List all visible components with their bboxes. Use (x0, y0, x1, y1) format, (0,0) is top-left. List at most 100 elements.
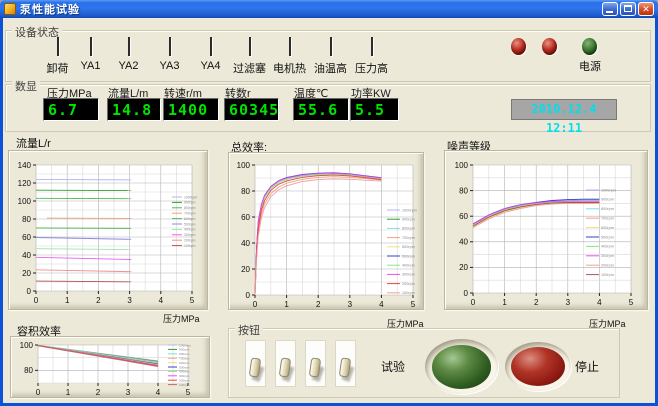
svg-text:2: 2 (96, 388, 101, 397)
ya2-led (128, 37, 130, 56)
volumetric-chart-panel: 012345801001000rpm900rpm800rpm700rpm600r… (10, 336, 210, 398)
svg-text:0: 0 (464, 289, 469, 298)
green-button-icon (432, 345, 492, 389)
svg-text:4: 4 (156, 388, 161, 397)
pressure-high-led (371, 37, 373, 56)
svg-text:0: 0 (36, 388, 41, 397)
svg-text:400rpm: 400rpm (179, 370, 190, 374)
toggle-switch-4[interactable] (335, 340, 356, 387)
indicator-filter-clog: 过滤塞 (227, 38, 272, 76)
svg-text:0: 0 (471, 298, 476, 307)
efficiency-chart-svg: 0123450204060801001000rpm900rpm800rpm700… (229, 153, 425, 311)
stop-button[interactable] (505, 342, 571, 391)
svg-text:5: 5 (411, 300, 416, 309)
svg-text:900rpm: 900rpm (402, 218, 415, 222)
svg-text:700rpm: 700rpm (402, 236, 415, 240)
svg-text:700rpm: 700rpm (184, 212, 196, 216)
svg-text:300rpm: 300rpm (601, 254, 614, 258)
motor-hot-led (289, 37, 291, 56)
svg-text:600rpm: 600rpm (179, 361, 190, 365)
svg-text:900rpm: 900rpm (184, 201, 196, 205)
test-button[interactable] (425, 339, 498, 394)
svg-text:500rpm: 500rpm (179, 365, 190, 369)
svg-text:40: 40 (22, 251, 31, 260)
svg-text:120: 120 (18, 179, 32, 188)
maximize-icon[interactable] (620, 2, 636, 16)
svg-text:2: 2 (96, 296, 101, 305)
test-button-label: 试验 (381, 358, 405, 375)
svg-text:5: 5 (190, 296, 195, 305)
svg-text:3: 3 (127, 296, 132, 305)
svg-text:20: 20 (459, 263, 468, 272)
svg-text:900rpm: 900rpm (179, 348, 190, 352)
indicator-motor-hot: 电机热 (267, 38, 312, 76)
ya1-led (90, 37, 92, 56)
svg-text:80: 80 (22, 215, 31, 224)
svg-text:1000rpm: 1000rpm (184, 195, 198, 199)
svg-text:3: 3 (126, 388, 131, 397)
svg-text:700rpm: 700rpm (601, 217, 614, 221)
svg-text:3: 3 (566, 298, 571, 307)
svg-text:80: 80 (241, 187, 250, 196)
window-title: 泵性能试验 (20, 1, 80, 17)
svg-text:1000rpm: 1000rpm (601, 188, 616, 192)
svg-text:700rpm: 700rpm (179, 357, 190, 361)
svg-text:2: 2 (316, 300, 321, 309)
toggle-switch-3[interactable] (305, 340, 326, 387)
svg-text:1: 1 (66, 388, 71, 397)
svg-text:1: 1 (65, 296, 70, 305)
svg-text:100: 100 (455, 161, 469, 170)
svg-text:0: 0 (246, 291, 251, 300)
flow-chart-panel: 0123450204060801001201401000rpm900rpm800… (8, 150, 208, 310)
svg-text:60: 60 (241, 213, 250, 222)
svg-text:100: 100 (20, 341, 34, 350)
datetime-display: 2010.12.4 12:11 (511, 99, 617, 120)
svg-text:100rpm: 100rpm (184, 244, 196, 248)
buttons-group-label: 按钮 (235, 322, 263, 338)
svg-text:300rpm: 300rpm (184, 233, 196, 237)
svg-text:1: 1 (502, 298, 507, 307)
svg-text:400rpm: 400rpm (402, 264, 415, 268)
minimize-icon[interactable] (602, 2, 618, 16)
indicator-ya2: YA2 (106, 38, 151, 72)
svg-text:1000rpm: 1000rpm (402, 208, 417, 212)
svg-text:300rpm: 300rpm (402, 273, 415, 277)
flow-chart-svg: 0123450204060801001201401000rpm900rpm800… (9, 151, 209, 311)
oil-temp-high-led (330, 37, 332, 56)
svg-text:600rpm: 600rpm (402, 245, 415, 249)
flow-chart-xlabel: 压力MPa (163, 312, 200, 325)
ya3-led (169, 37, 171, 56)
volumetric-chart-svg: 012345801001000rpm900rpm800rpm700rpm600r… (11, 337, 211, 399)
svg-text:600rpm: 600rpm (601, 226, 614, 230)
svg-text:600rpm: 600rpm (184, 217, 196, 221)
svg-text:100: 100 (237, 161, 251, 170)
svg-text:200rpm: 200rpm (601, 264, 614, 268)
svg-text:4: 4 (379, 300, 384, 309)
toggle-switch-2[interactable] (275, 340, 296, 387)
svg-text:200rpm: 200rpm (402, 282, 415, 286)
svg-text:0: 0 (27, 287, 32, 296)
svg-text:140: 140 (18, 161, 32, 170)
svg-text:400rpm: 400rpm (184, 228, 196, 232)
alarm-led-1 (511, 38, 526, 55)
pressure-value: 6.7 (43, 98, 99, 121)
ya4-led (210, 37, 212, 56)
svg-text:2: 2 (534, 298, 539, 307)
app-window: 泵性能试验 设备状态 卸荷 YA1 YA2 YA3 YA4 过滤塞 电机热 油温… (0, 0, 658, 406)
titlebar: 泵性能试验 (0, 0, 658, 18)
temperature-value: 55.6 (293, 98, 349, 121)
svg-text:400rpm: 400rpm (601, 245, 614, 249)
unload-led (57, 37, 59, 56)
svg-text:500rpm: 500rpm (402, 254, 415, 258)
svg-text:100rpm: 100rpm (179, 383, 190, 387)
svg-text:100: 100 (18, 197, 32, 206)
filter-clog-led (249, 37, 251, 56)
svg-text:20: 20 (241, 265, 250, 274)
close-icon[interactable] (638, 2, 654, 16)
svg-text:300rpm: 300rpm (179, 374, 190, 378)
svg-text:3: 3 (348, 300, 353, 309)
flow-value: 14.8 (107, 98, 161, 121)
flow-chart-title: 流量L/r (16, 135, 51, 151)
toggle-switch-1[interactable] (245, 340, 266, 387)
app-icon (4, 3, 16, 15)
